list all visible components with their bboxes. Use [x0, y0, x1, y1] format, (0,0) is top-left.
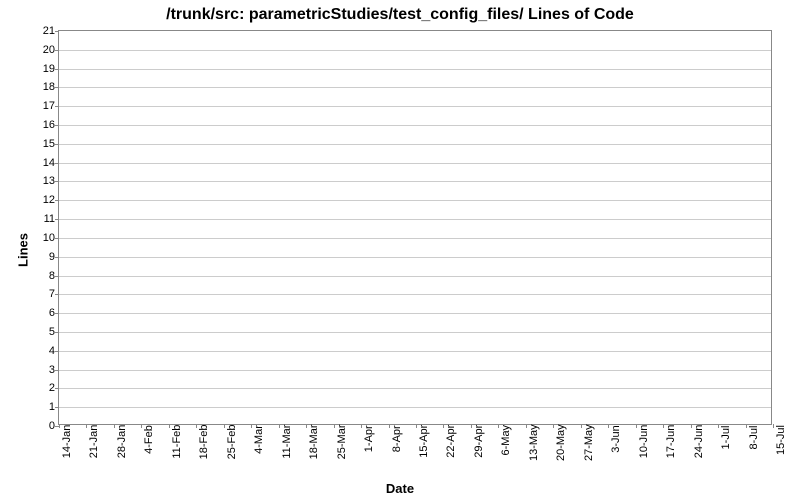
gridline	[59, 144, 771, 145]
y-tick-label: 8	[49, 270, 55, 282]
y-tick-label: 10	[43, 232, 55, 244]
y-tick-mark	[55, 181, 59, 182]
y-tick-label: 7	[49, 288, 55, 300]
gridline	[59, 106, 771, 107]
x-tick-label: 1-Jul	[718, 416, 732, 440]
y-tick-mark	[55, 294, 59, 295]
x-tick-label: 10-Jun	[636, 411, 650, 445]
y-tick-label: 11	[44, 213, 55, 225]
y-tick-mark	[55, 125, 59, 126]
y-tick-mark	[55, 219, 59, 220]
gridline	[59, 257, 771, 258]
chart-container: /trunk/src: parametricStudies/test_confi…	[0, 0, 800, 500]
y-tick-mark	[55, 388, 59, 389]
x-tick-label: 18-Feb	[196, 411, 210, 446]
y-tick-mark	[55, 238, 59, 239]
y-axis-label: Lines	[15, 233, 30, 267]
gridline	[59, 370, 771, 371]
x-tick-label: 29-Apr	[471, 411, 485, 444]
x-tick-label: 22-Apr	[443, 411, 457, 444]
x-tick-label: 17-Jun	[663, 411, 677, 445]
gridline	[59, 125, 771, 126]
x-tick-label: 20-May	[553, 410, 567, 447]
gridline	[59, 181, 771, 182]
chart-title: /trunk/src: parametricStudies/test_confi…	[0, 6, 800, 24]
y-tick-mark	[55, 370, 59, 371]
x-tick-label: 18-Mar	[306, 411, 320, 446]
gridline	[59, 351, 771, 352]
y-tick-label: 18	[43, 81, 55, 93]
y-tick-label: 19	[43, 63, 55, 75]
gridline	[59, 238, 771, 239]
plot-area: 012345678910111213141516171819202114-Jan…	[58, 30, 772, 425]
x-tick-label: 4-Feb	[141, 414, 155, 443]
x-tick-label: 3-Jun	[608, 414, 622, 442]
x-tick-label: 8-Jul	[746, 416, 760, 440]
y-tick-mark	[55, 407, 59, 408]
y-tick-mark	[55, 144, 59, 145]
gridline	[59, 219, 771, 220]
y-tick-label: 5	[49, 326, 55, 338]
x-tick-label: 15-Apr	[416, 411, 430, 444]
x-tick-label: 1-Apr	[361, 415, 375, 442]
y-tick-mark	[55, 106, 59, 107]
x-tick-label: 24-Jun	[691, 411, 705, 445]
x-tick-label: 14-Jan	[59, 411, 73, 445]
gridline	[59, 50, 771, 51]
x-tick-label: 6-May	[498, 413, 512, 444]
gridline	[59, 69, 771, 70]
y-tick-label: 0	[49, 420, 55, 432]
y-tick-label: 6	[49, 307, 55, 319]
y-tick-mark	[55, 200, 59, 201]
x-tick-label: 25-Mar	[334, 411, 348, 446]
x-tick-label: 4-Mar	[251, 414, 265, 443]
gridline	[59, 313, 771, 314]
y-tick-label: 4	[49, 345, 55, 357]
y-tick-label: 13	[43, 175, 55, 187]
gridline	[59, 200, 771, 201]
x-tick-label: 8-Apr	[389, 415, 403, 442]
y-tick-label: 3	[49, 364, 55, 376]
x-axis-label: Date	[0, 481, 800, 496]
y-tick-label: 16	[43, 119, 55, 131]
y-tick-label: 15	[43, 138, 55, 150]
gridline	[59, 163, 771, 164]
x-tick-label: 27-May	[581, 410, 595, 447]
y-tick-label: 20	[43, 44, 55, 56]
x-tick-label: 11-Feb	[169, 411, 183, 445]
y-tick-mark	[55, 50, 59, 51]
y-tick-mark	[55, 313, 59, 314]
x-tick-label: 13-May	[526, 410, 540, 447]
gridline	[59, 407, 771, 408]
gridline	[59, 388, 771, 389]
y-tick-label: 21	[43, 25, 55, 37]
y-tick-mark	[55, 332, 59, 333]
x-tick-label: 11-Mar	[279, 411, 293, 445]
y-tick-mark	[55, 351, 59, 352]
x-tick-label: 15-Jul	[773, 413, 787, 443]
y-tick-mark	[55, 163, 59, 164]
y-tick-label: 17	[43, 100, 55, 112]
y-tick-mark	[55, 87, 59, 88]
y-tick-mark	[55, 69, 59, 70]
y-tick-label: 12	[43, 194, 55, 206]
gridline	[59, 294, 771, 295]
x-tick-label: 25-Feb	[224, 411, 238, 446]
y-tick-label: 9	[49, 251, 55, 263]
y-tick-mark	[55, 276, 59, 277]
x-tick-label: 28-Jan	[114, 411, 128, 445]
y-tick-mark	[55, 257, 59, 258]
y-tick-label: 1	[49, 401, 55, 413]
gridline	[59, 332, 771, 333]
y-tick-label: 2	[49, 382, 55, 394]
y-tick-label: 14	[43, 157, 55, 169]
gridline	[59, 87, 771, 88]
y-tick-mark	[55, 31, 59, 32]
x-tick-label: 21-Jan	[86, 411, 100, 445]
gridline	[59, 276, 771, 277]
